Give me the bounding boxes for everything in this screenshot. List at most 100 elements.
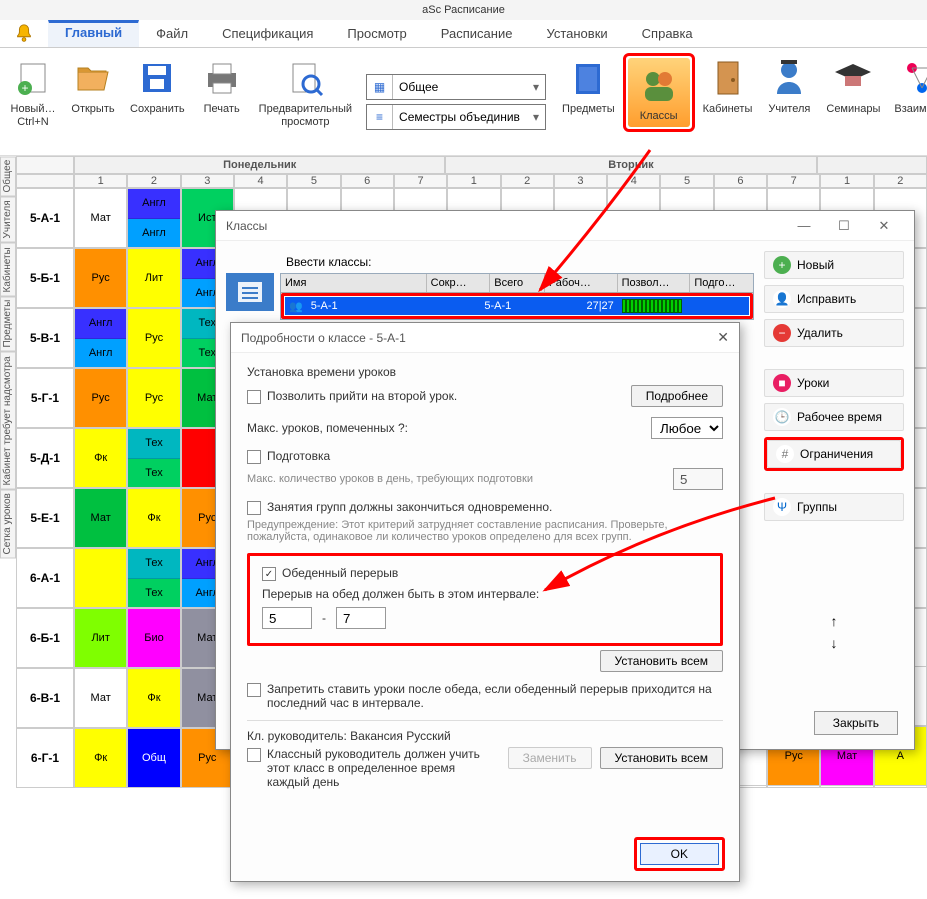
groups-button[interactable]: ΨГруппы [764, 493, 904, 521]
menu-tab-view[interactable]: Просмотр [330, 20, 423, 47]
tt-cell[interactable]: Лит [127, 248, 180, 308]
ribbon-teachers[interactable]: Учителя [760, 53, 818, 118]
more-button[interactable]: Подробнее [631, 385, 723, 407]
constraints-button[interactable]: #Ограничения [767, 440, 901, 468]
tt-cell[interactable]: Мат [74, 668, 127, 728]
tt-cell[interactable]: АнглАнгл [74, 308, 127, 368]
move-down-icon[interactable]: ↓ [831, 635, 838, 651]
maximize-button[interactable]: ☐ [824, 218, 864, 234]
row-label[interactable]: 5-А-1 [16, 188, 74, 248]
row-label[interactable]: 5-В-1 [16, 308, 74, 368]
class-view-icon[interactable] [226, 273, 274, 311]
lesson-cell[interactable]: Рус [128, 309, 179, 367]
tt-cell[interactable]: Рус [74, 248, 127, 308]
vtab-supervision[interactable]: Кабинет требует надсмотра [0, 352, 16, 489]
lesson-cell[interactable]: Био [128, 609, 179, 667]
ribbon-subjects[interactable]: Предметы [556, 53, 621, 118]
vtab-subjects[interactable]: Предметы [0, 296, 16, 352]
lesson-cell[interactable]: Рус [128, 369, 179, 427]
row-label[interactable]: 6-Б-1 [16, 608, 74, 668]
max-marked-select[interactable]: Любое [651, 417, 723, 439]
allow-second-checkbox[interactable]: Позволить прийти на второй урок. [247, 389, 457, 404]
lesson-cell[interactable]: Фк [75, 429, 126, 487]
row-label[interactable]: 6-В-1 [16, 668, 74, 728]
set-all-lunch-button[interactable]: Установить всем [600, 650, 723, 672]
lesson-cell[interactable]: Англ [75, 339, 126, 368]
tt-cell[interactable]: АнглАнгл [127, 188, 180, 248]
lesson-cell[interactable]: Фк [128, 489, 179, 547]
class-teacher-rule-checkbox[interactable]: Классный руководитель должен учить этот … [247, 747, 500, 789]
row-label[interactable]: 6-Г-1 [16, 728, 74, 788]
close-button[interactable]: ✕ [864, 218, 904, 234]
vtab-teachers[interactable]: Учителя [0, 197, 16, 243]
lesson-cell[interactable]: Рус [75, 249, 126, 307]
move-up-icon[interactable]: ↑ [831, 613, 838, 629]
ribbon-rooms[interactable]: Кабинеты [697, 53, 759, 118]
lesson-cell[interactable]: Фк [75, 729, 126, 787]
menu-tab-file[interactable]: Файл [139, 20, 205, 47]
set-all-teacher-button[interactable]: Установить всем [600, 747, 723, 769]
tt-cell[interactable]: ТехТех [127, 428, 180, 488]
ribbon-seminars[interactable]: Семинары [820, 53, 886, 118]
lesson-cell[interactable] [75, 549, 126, 607]
ribbon-open[interactable]: Открыть [64, 53, 122, 118]
tt-cell[interactable]: Мат [74, 488, 127, 548]
ok-button[interactable]: OK [640, 843, 719, 865]
vtab-grid[interactable]: Сетка уроков [0, 489, 16, 558]
menu-tab-spec[interactable]: Спецификация [205, 20, 330, 47]
tt-cell[interactable]: Фк [127, 488, 180, 548]
row-label[interactable]: 6-А-1 [16, 548, 74, 608]
vtab-general[interactable]: Общее [0, 156, 16, 197]
ribbon-relations[interactable]: Взаимосвя [888, 53, 927, 118]
lesson-cell[interactable]: Мат [75, 189, 126, 247]
lunch-to-input[interactable] [336, 607, 386, 629]
lesson-cell[interactable]: Англ [128, 219, 179, 248]
tt-cell[interactable]: Рус [127, 368, 180, 428]
lesson-cell[interactable]: Тех [128, 579, 179, 608]
minimize-button[interactable]: — [784, 218, 824, 233]
menu-tab-settings[interactable]: Установки [529, 20, 624, 47]
lesson-cell[interactable]: Мат [75, 669, 126, 727]
ribbon-save[interactable]: Сохранить [124, 53, 191, 118]
lesson-cell[interactable]: Лит [75, 609, 126, 667]
tt-cell[interactable]: Био [127, 608, 180, 668]
lesson-cell[interactable]: Англ [75, 309, 126, 339]
combo-scope[interactable]: ▦ Общее ▾ [366, 74, 546, 100]
combo-semesters[interactable]: ≡ Семестры объединив ▾ [366, 104, 546, 130]
row-label[interactable]: 5-Г-1 [16, 368, 74, 428]
row-label[interactable]: 5-Д-1 [16, 428, 74, 488]
new-class-button[interactable]: +Новый [764, 251, 904, 279]
row-label[interactable]: 5-Б-1 [16, 248, 74, 308]
lunch-checkbox[interactable]: ✓Обеденный перерыв [262, 566, 708, 581]
ribbon-classes[interactable]: Классы [628, 58, 690, 127]
lunch-from-input[interactable] [262, 607, 312, 629]
menu-tab-help[interactable]: Справка [625, 20, 710, 47]
ribbon-print[interactable]: Печать [193, 53, 251, 118]
lesson-cell[interactable]: Общ [128, 729, 179, 787]
tt-cell[interactable]: Рус [127, 308, 180, 368]
prep-checkbox[interactable]: Подготовка [247, 449, 723, 464]
lesson-cell[interactable]: Рус [75, 369, 126, 427]
edit-class-button[interactable]: 👤Исправить [764, 285, 904, 313]
prep-input[interactable] [673, 468, 723, 490]
tt-cell[interactable]: ТехТех [127, 548, 180, 608]
menu-tab-main[interactable]: Главный [48, 20, 139, 47]
forbid-after-checkbox[interactable]: Запретить ставить уроки после обеда, есл… [247, 682, 723, 710]
tt-cell[interactable] [74, 548, 127, 608]
tt-cell[interactable]: Мат [74, 188, 127, 248]
ribbon-preview[interactable]: Предварительный просмотр [253, 53, 358, 131]
lesson-cell[interactable]: Тех [128, 429, 179, 459]
tt-cell[interactable]: Фк [74, 728, 127, 788]
lesson-cell[interactable]: Тех [128, 549, 179, 579]
tt-cell[interactable]: Рус [74, 368, 127, 428]
lesson-cell[interactable]: Фк [128, 669, 179, 727]
tt-cell[interactable]: Общ [127, 728, 180, 788]
lesson-cell[interactable]: Лит [128, 249, 179, 307]
lessons-button[interactable]: ■Уроки [764, 369, 904, 397]
ribbon-new[interactable]: + Новый… Ctrl+N [4, 53, 62, 131]
lesson-cell[interactable]: Мат [75, 489, 126, 547]
tt-cell[interactable]: Фк [74, 428, 127, 488]
lesson-cell[interactable]: Тех [128, 459, 179, 488]
worktime-button[interactable]: 🕒Рабочее время [764, 403, 904, 431]
menu-tab-timetable[interactable]: Расписание [424, 20, 530, 47]
